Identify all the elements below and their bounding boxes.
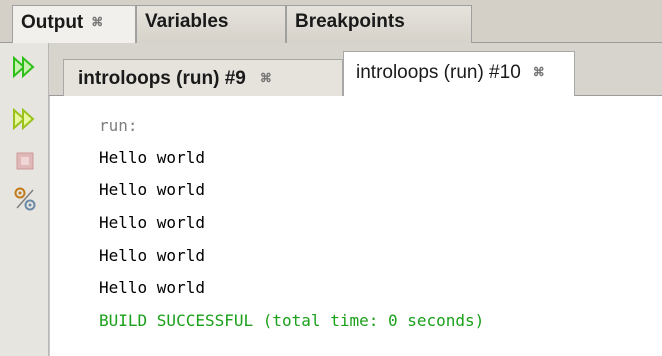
tab-variables[interactable]: Variables xyxy=(136,5,286,43)
tab-run-10[interactable]: introloops (run) #10 ⌘ xyxy=(343,51,575,97)
close-icon[interactable]: ⌘ xyxy=(91,15,103,29)
console-line: Hello world xyxy=(99,278,205,297)
settings-icon xyxy=(14,187,36,211)
close-icon[interactable]: ⌘ xyxy=(260,71,272,85)
tab-output[interactable]: Output ⌘ xyxy=(12,5,136,43)
stop-icon xyxy=(16,152,34,170)
tab-run-9[interactable]: introloops (run) #9 ⌘ xyxy=(63,59,343,96)
tab-run-9-label: introloops (run) #9 xyxy=(78,68,246,89)
console-line: BUILD SUCCESSFUL (total time: 0 seconds) xyxy=(99,311,485,330)
console-line: Hello world xyxy=(99,213,205,232)
rerun-with-options-icon xyxy=(13,108,35,130)
rerun-icon xyxy=(13,56,35,78)
tab-breakpoints-label: Breakpoints xyxy=(295,11,405,32)
output-window-tab-bar: Output ⌘ Variables Breakpoints xyxy=(0,0,662,43)
output-toolbar xyxy=(0,43,49,356)
console-line: Hello world xyxy=(99,246,205,265)
settings-button[interactable] xyxy=(11,185,39,213)
close-icon[interactable]: ⌘ xyxy=(533,65,545,79)
console-line: Hello world xyxy=(99,148,205,167)
tab-run-10-label: introloops (run) #10 xyxy=(356,62,521,83)
console-line: Hello world xyxy=(99,180,205,199)
console-line: run: xyxy=(99,116,138,135)
tab-breakpoints[interactable]: Breakpoints xyxy=(286,5,472,43)
stop-button[interactable] xyxy=(11,147,39,175)
console-output[interactable]: run: Hello world Hello world Hello world… xyxy=(49,96,662,356)
rerun-with-options-button[interactable] xyxy=(11,105,39,133)
rerun-button[interactable] xyxy=(11,53,39,81)
tab-variables-label: Variables xyxy=(145,11,229,32)
tab-output-label: Output xyxy=(21,12,84,33)
run-session-tab-bar: introloops (run) #9 ⌘ introloops (run) #1… xyxy=(49,43,662,97)
